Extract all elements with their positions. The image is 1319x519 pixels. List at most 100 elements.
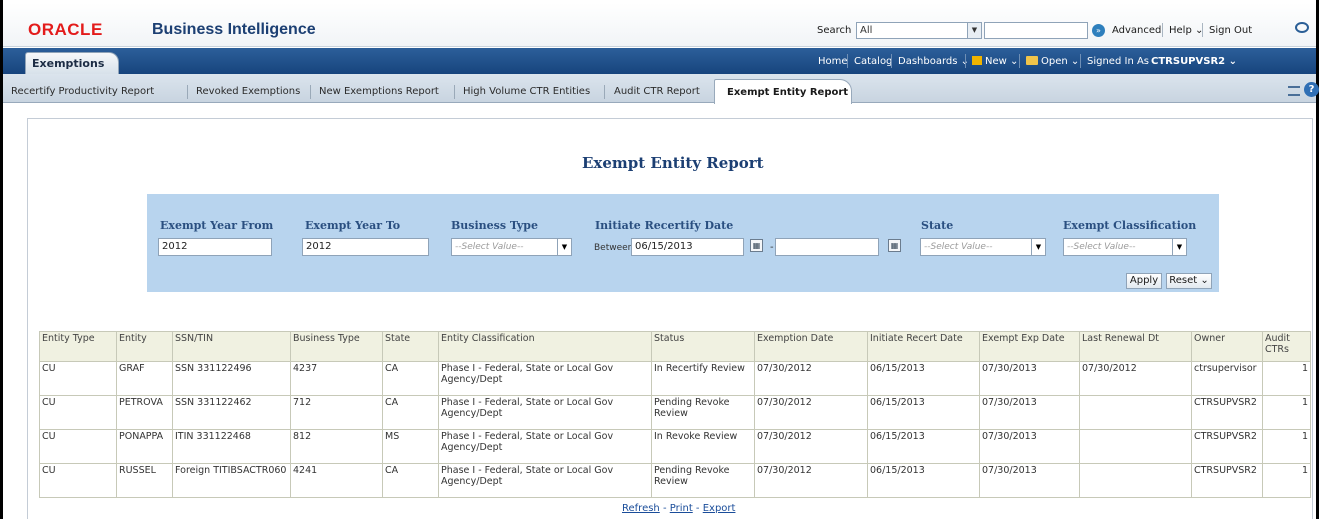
refresh-link[interactable]: Refresh: [622, 503, 660, 514]
column-header[interactable]: Exempt Exp Date: [979, 331, 1080, 362]
column-header[interactable]: Entity Type: [39, 331, 117, 362]
table-cell: 07/30/2012: [754, 361, 868, 396]
column-header[interactable]: Entity: [116, 331, 173, 362]
search-input[interactable]: [984, 22, 1088, 39]
tab-new-exemptions-report[interactable]: New Exemptions Report: [319, 81, 439, 103]
business-type-label: Business Type: [451, 219, 538, 232]
folder-icon: [1026, 56, 1038, 65]
table-cell: 07/30/2013: [979, 395, 1080, 430]
table-cell: PONAPPA: [116, 429, 173, 464]
new-menu[interactable]: New ⌄: [972, 56, 1018, 67]
calendar-icon[interactable]: ▦: [888, 239, 901, 252]
catalog-link[interactable]: Catalog: [854, 56, 892, 67]
table-header-row: Entity Type Entity SSN/TIN Business Type…: [39, 331, 1311, 362]
column-header[interactable]: State: [382, 331, 439, 362]
table-cell: 1: [1262, 395, 1311, 430]
chevron-down-icon: ▼: [557, 239, 571, 255]
table-cell: 06/15/2013: [867, 463, 980, 498]
column-header[interactable]: SSN/TIN: [172, 331, 291, 362]
table-cell: Pending Revoke Review: [651, 395, 755, 430]
recertify-to-input[interactable]: [775, 238, 879, 256]
apply-button[interactable]: Apply: [1126, 273, 1162, 289]
divider: [310, 85, 311, 99]
home-link[interactable]: Home: [818, 56, 848, 67]
tab-recertify-productivity-report[interactable]: Recertify Productivity Report: [11, 81, 154, 103]
year-to-label: Exempt Year To: [305, 219, 401, 232]
export-link[interactable]: Export: [703, 503, 736, 514]
search-scope-select[interactable]: All ▼: [856, 22, 982, 39]
link-separator: -: [692, 503, 703, 514]
divider: [891, 54, 892, 68]
table-row: CU RUSSEL Foreign TITIBSACTR060 4241 CA Phase…: [39, 463, 1311, 498]
column-header[interactable]: Last Renewal Dt: [1079, 331, 1192, 362]
column-header[interactable]: Audit CTRs: [1262, 331, 1311, 362]
tab-high-volume-ctr-entities[interactable]: High Volume CTR Entities: [463, 81, 590, 103]
table-cell: In Recertify Review: [651, 361, 755, 396]
table-row: CU GRAF SSN 331122496 4237 CA Phase I - Feder…: [39, 361, 1311, 396]
state-select[interactable]: --Select Value-- ▼: [920, 238, 1046, 256]
tab-audit-ctr-report[interactable]: Audit CTR Report: [614, 81, 700, 103]
sign-out-link[interactable]: Sign Out: [1209, 25, 1252, 36]
table-cell: [1079, 395, 1192, 430]
between-label: Between: [594, 243, 634, 253]
table-cell: 07/30/2012: [754, 463, 868, 498]
column-header[interactable]: Status: [651, 331, 755, 362]
chat-icon[interactable]: [1295, 22, 1309, 33]
help-menu[interactable]: Help ⌄: [1169, 25, 1203, 36]
table-cell: CU: [39, 395, 117, 430]
page-options-icon[interactable]: [1288, 86, 1300, 96]
help-icon[interactable]: ?: [1304, 82, 1319, 97]
chevron-down-icon: ▼: [1172, 239, 1186, 255]
print-link[interactable]: Print: [670, 503, 693, 514]
table-cell: CU: [39, 361, 117, 396]
business-type-select[interactable]: --Select Value-- ▼: [451, 238, 572, 256]
divider: [187, 85, 188, 99]
dashboards-menu[interactable]: Dashboards ⌄: [898, 56, 969, 67]
column-header[interactable]: Business Type: [290, 331, 383, 362]
divider: [1162, 23, 1163, 37]
oracle-logo: ORACLE: [28, 20, 103, 39]
table-cell: CTRSUPVSR2: [1191, 429, 1263, 464]
table-cell: Phase I - Federal, State or Local Gov Ag…: [438, 361, 652, 396]
tab-revoked-exemptions[interactable]: Revoked Exemptions: [196, 81, 300, 103]
chevron-down-icon: ▼: [967, 23, 981, 38]
column-header[interactable]: Initiate Recert Date: [867, 331, 980, 362]
table-cell: [1079, 429, 1192, 464]
year-to-input[interactable]: 2012: [302, 238, 429, 256]
table-cell: CA: [382, 395, 439, 430]
column-header[interactable]: Exemption Date: [754, 331, 868, 362]
table-cell: 1: [1262, 361, 1311, 396]
divider: [604, 85, 605, 99]
table-cell: 812: [290, 429, 383, 464]
signed-in-user-menu[interactable]: CTRSUPVSR2 ⌄: [1151, 56, 1237, 67]
search-go-icon[interactable]: »: [1092, 24, 1105, 37]
table-cell: RUSSEL: [116, 463, 173, 498]
range-dash: -: [770, 242, 774, 253]
table-cell: 4241: [290, 463, 383, 498]
table-cell: [1079, 463, 1192, 498]
calendar-icon[interactable]: ▦: [750, 239, 763, 252]
open-menu[interactable]: Open ⌄: [1026, 56, 1079, 67]
exempt-classification-select[interactable]: --Select Value-- ▼: [1063, 238, 1187, 256]
search-label: Search: [817, 25, 852, 36]
global-header: ORACLE Business Intelligence Search All …: [3, 3, 1316, 47]
column-header[interactable]: Entity Classification: [438, 331, 652, 362]
table-cell: ITIN 331122468: [172, 429, 291, 464]
table-cell: 07/30/2013: [979, 463, 1080, 498]
table-cell: CTRSUPVSR2: [1191, 395, 1263, 430]
tab-exempt-entity-report[interactable]: Exempt Entity Report: [714, 79, 852, 104]
divider: [1019, 54, 1020, 68]
business-type-value: --Select Value--: [455, 242, 524, 252]
recertify-from-input[interactable]: 06/15/2013: [631, 238, 744, 256]
year-from-input[interactable]: 2012: [158, 238, 272, 256]
column-header[interactable]: Owner: [1191, 331, 1263, 362]
table-cell: 07/30/2012: [754, 429, 868, 464]
table-cell: MS: [382, 429, 439, 464]
table-cell: SSN 331122462: [172, 395, 291, 430]
reset-button[interactable]: Reset ⌄: [1166, 273, 1212, 289]
table-cell: 06/15/2013: [867, 395, 980, 430]
table-cell: Pending Revoke Review: [651, 463, 755, 498]
tab-exemptions[interactable]: Exemptions: [25, 52, 120, 74]
advanced-link[interactable]: Advanced: [1112, 25, 1161, 36]
new-icon: [972, 56, 982, 65]
